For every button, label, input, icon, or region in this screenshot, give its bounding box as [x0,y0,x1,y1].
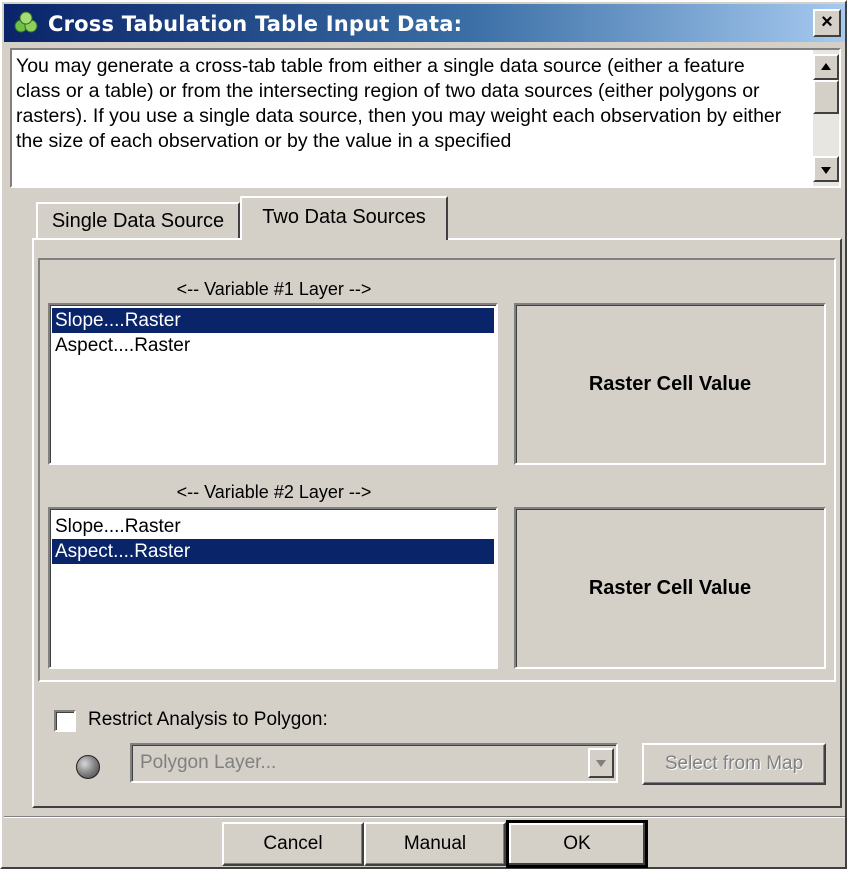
variable1-listbox[interactable]: Slope....Raster Aspect....Raster [48,303,498,465]
chevron-down-icon [596,760,606,767]
description-text: You may generate a cross-tab table from … [16,55,782,152]
variable2-value-type: Raster Cell Value [514,507,826,669]
variable2-listbox[interactable]: Slope....Raster Aspect....Raster [48,507,498,669]
scroll-thumb[interactable] [813,80,839,114]
select-from-map-button[interactable]: Select from Map [642,743,826,785]
polygon-radio[interactable] [76,755,100,779]
arrow-down-icon [821,167,831,174]
arrow-up-icon [821,63,831,70]
app-icon [14,11,38,33]
variable2-value-type-label: Raster Cell Value [588,576,752,599]
close-button[interactable]: × [813,9,841,37]
ok-button[interactable]: OK [506,820,648,868]
close-icon: × [821,11,833,33]
variable2-item-slope[interactable]: Slope....Raster [52,514,494,539]
polygon-dropdown-button[interactable] [588,748,614,778]
restrict-label[interactable]: Restrict Analysis to Polygon: [88,709,328,731]
variable1-value-type-label: Raster Cell Value [588,372,752,395]
title-bar[interactable]: Cross Tabulation Table Input Data: × [4,4,845,42]
footer-divider [4,816,845,818]
variable2-label: <-- Variable #2 Layer --> [176,482,372,502]
tab-single-data-source[interactable]: Single Data Source [36,202,240,240]
scroll-down-button[interactable] [813,156,839,182]
restrict-checkbox[interactable] [54,710,76,732]
variable1-label: <-- Variable #1 Layer --> [176,279,372,299]
description-box[interactable]: You may generate a cross-tab table from … [10,48,841,188]
dialog-window: Cross Tabulation Table Input Data: × You… [0,0,847,869]
cancel-button[interactable]: Cancel [222,822,364,866]
variable1-value-type: Raster Cell Value [514,303,826,465]
tab-two-data-sources[interactable]: Two Data Sources [240,196,448,240]
description-scrollbar[interactable] [813,50,839,186]
variable2-item-aspect[interactable]: Aspect....Raster [52,539,494,564]
polygon-layer-placeholder: Polygon Layer... [140,752,277,773]
variable1-item-slope[interactable]: Slope....Raster [52,308,494,333]
scroll-up-button[interactable] [813,54,839,80]
window-title: Cross Tabulation Table Input Data: [48,12,463,36]
polygon-layer-select[interactable]: Polygon Layer... [130,743,618,783]
manual-button[interactable]: Manual [364,822,506,866]
variable1-item-aspect[interactable]: Aspect....Raster [52,333,494,358]
